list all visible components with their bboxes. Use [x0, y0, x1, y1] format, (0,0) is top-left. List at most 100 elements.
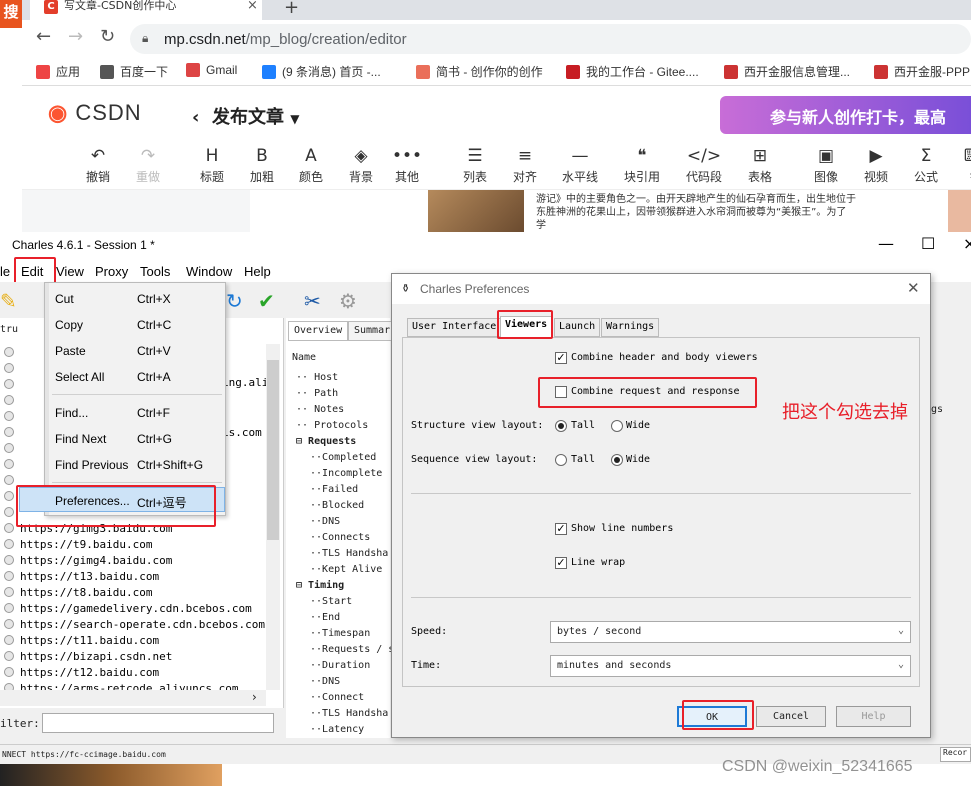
structure-tall-radio[interactable]: [555, 420, 567, 432]
show-line-numbers-checkbox[interactable]: ✓: [555, 523, 567, 535]
host-row-globe-icon[interactable]: [4, 410, 20, 423]
host-row-globe-icon[interactable]: [4, 426, 20, 439]
host-row[interactable]: https://search-operate.cdn.bcebos.com: [4, 618, 265, 631]
record-button[interactable]: Recor: [940, 747, 971, 762]
host-row-globe-icon[interactable]: [4, 458, 20, 471]
toolbar-加粗-button[interactable]: B 加粗: [238, 146, 286, 185]
tree-item[interactable]: ⊟ Timing: [296, 580, 344, 591]
host-row[interactable]: https://t11.baidu.com: [4, 634, 159, 647]
filter-input[interactable]: [42, 713, 274, 733]
menu-view[interactable]: View: [56, 264, 84, 279]
toolbar-代码段-button[interactable]: </> 代码段: [680, 146, 728, 185]
toolbar-水平线-button[interactable]: — 水平线: [556, 146, 604, 185]
tree-item[interactable]: ··Timespan: [310, 628, 370, 639]
host-row-globe-icon[interactable]: [4, 346, 20, 359]
settings-gear-icon[interactable]: ⚙: [339, 289, 357, 313]
tree-item[interactable]: ··Connects: [310, 532, 370, 543]
bookmark-item[interactable]: Gmail: [186, 63, 237, 77]
toolbar-其他-button[interactable]: ••• 其他: [383, 146, 431, 185]
host-row[interactable]: https://gimg4.baidu.com: [4, 554, 172, 567]
menu-window[interactable]: Window: [186, 264, 232, 279]
host-row[interactable]: https://t9.baidu.com: [4, 538, 152, 551]
tree-item[interactable]: ··Requests / s: [310, 644, 394, 655]
menu-help[interactable]: Help: [244, 264, 271, 279]
tree-item[interactable]: ··Incomplete: [310, 468, 382, 479]
menu-file[interactable]: le: [0, 264, 10, 279]
menu-tools[interactable]: Tools: [140, 264, 170, 279]
toolbar-表格-button[interactable]: ⊞ 表格: [736, 146, 784, 185]
menu-item-find[interactable]: Find...: [55, 406, 88, 420]
bookmark-item[interactable]: 百度一下: [100, 63, 168, 80]
sequence-tall-radio[interactable]: [555, 454, 567, 466]
toolbar-图像-button[interactable]: ▣ 图像: [802, 146, 850, 185]
host-row[interactable]: https://t13.baidu.com: [4, 570, 159, 583]
bookmark-item[interactable]: 应用: [36, 63, 80, 80]
caret-down-icon[interactable]: ▼: [290, 112, 299, 126]
host-row-globe-icon[interactable]: [4, 362, 20, 375]
menu-item-paste[interactable]: Paste: [55, 344, 86, 358]
help-button[interactable]: Help: [836, 706, 911, 727]
structure-wide-radio[interactable]: [611, 420, 623, 432]
toolbar-背景-button[interactable]: ◈ 背景: [337, 146, 385, 185]
toolbar-重做-button[interactable]: ↷ 重做: [124, 146, 172, 185]
minimize-icon[interactable]: —: [878, 234, 894, 253]
url-text[interactable]: mp.csdn.net/mp_blog/creation/editor: [164, 31, 407, 48]
tab-overview[interactable]: Overview: [288, 321, 349, 341]
forward-icon[interactable]: →: [68, 26, 83, 47]
toolbar-对齐-button[interactable]: ≡ 对齐: [501, 146, 549, 185]
tab-user-interface[interactable]: User Interface: [407, 318, 502, 337]
menu-item-cut[interactable]: Cut: [55, 292, 74, 306]
bookmark-item[interactable]: (9 条消息) 首页 -...: [262, 63, 381, 80]
scrollbar-thumb[interactable]: [267, 360, 279, 540]
tree-item[interactable]: ··Start: [310, 596, 352, 607]
horizontal-scrollbar[interactable]: [0, 690, 266, 706]
tools-icon[interactable]: ✂: [304, 289, 321, 313]
tree-item[interactable]: ··TLS Handsha: [310, 548, 388, 559]
tree-item[interactable]: ··Connect: [310, 692, 364, 703]
tab-warnings[interactable]: Warnings: [601, 318, 660, 337]
bookmark-item[interactable]: 西开金服信息管理...: [724, 63, 850, 80]
speed-select[interactable]: bytes / second ⌄: [550, 621, 911, 643]
tree-item[interactable]: ··Duration: [310, 660, 370, 671]
tab-launch[interactable]: Launch: [554, 318, 601, 337]
host-row[interactable]: https://gamedelivery.cdn.bcebos.com: [4, 602, 252, 615]
csdn-logo[interactable]: ◉ CSDN: [48, 100, 142, 126]
tree-item[interactable]: ·· Protocols: [296, 420, 368, 431]
time-select[interactable]: minutes and seconds ⌄: [550, 655, 911, 677]
host-row-globe-icon[interactable]: [4, 378, 20, 391]
host-row[interactable]: https://bizapi.csdn.net: [4, 650, 172, 663]
tree-item[interactable]: ··Completed: [310, 452, 376, 463]
menu-item-findprevious[interactable]: Find Previous: [55, 458, 128, 472]
bookmark-item[interactable]: 我的工作台 - Gitee....: [566, 63, 699, 80]
back-chevron-icon[interactable]: ‹: [192, 107, 199, 128]
toolbar-键-button[interactable]: ⌨键: [952, 146, 971, 185]
tree-item[interactable]: ··DNS: [310, 516, 340, 527]
menu-item-selectall[interactable]: Select All: [55, 370, 104, 384]
lock-icon[interactable]: 🔒︎: [142, 31, 148, 46]
maximize-icon[interactable]: ☐: [921, 234, 935, 253]
close-window-icon[interactable]: ×: [963, 234, 971, 253]
tree-item[interactable]: ··Blocked: [310, 500, 364, 511]
tree-item[interactable]: ··Kept Alive: [310, 564, 382, 575]
scroll-right-icon[interactable]: ›: [252, 690, 257, 704]
toolbar-撤销-button[interactable]: ↶ 撤销: [74, 146, 122, 185]
menu-item-copy[interactable]: Copy: [55, 318, 83, 332]
toolbar-公式-button[interactable]: Σ 公式: [902, 146, 950, 185]
combine-header-body-checkbox[interactable]: ✓: [555, 352, 567, 364]
menu-proxy[interactable]: Proxy: [95, 264, 128, 279]
tree-item[interactable]: ·· Host: [296, 372, 338, 383]
tab-summary[interactable]: Summar: [348, 321, 397, 341]
tree-item[interactable]: ··Failed: [310, 484, 358, 495]
toolbar-标题-button[interactable]: H 标题: [188, 146, 236, 185]
broom-icon[interactable]: ✎: [0, 289, 17, 313]
toolbar-块引用-button[interactable]: ❝ 块引用: [618, 146, 666, 185]
menu-item-findnext[interactable]: Find Next: [55, 432, 106, 446]
validate-icon[interactable]: ✔: [258, 289, 275, 313]
host-row-globe-icon[interactable]: [4, 442, 20, 455]
tree-item[interactable]: ··DNS: [310, 676, 340, 687]
line-wrap-checkbox[interactable]: ✓: [555, 557, 567, 569]
reload-icon[interactable]: ↻: [100, 26, 115, 47]
back-icon[interactable]: ←: [36, 26, 51, 47]
host-row-globe-icon[interactable]: [4, 394, 20, 407]
tree-item[interactable]: ··TLS Handsha: [310, 708, 388, 719]
